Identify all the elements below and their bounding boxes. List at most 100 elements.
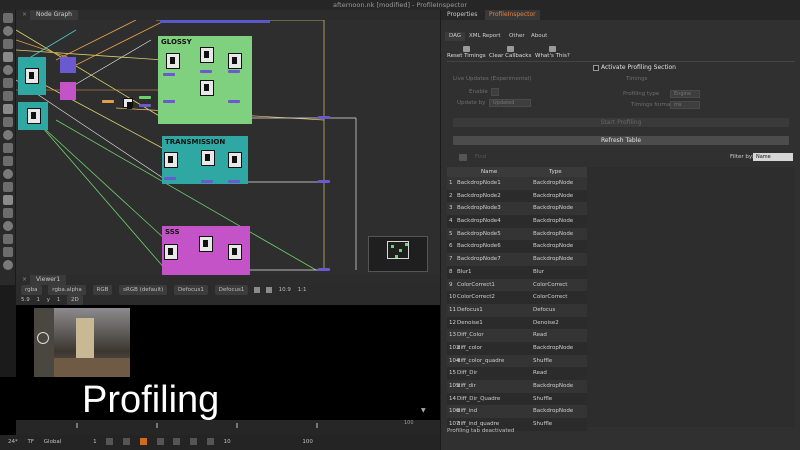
- table-row[interactable]: 8 Blur1 Blur: [447, 265, 587, 279]
- subtab-dag[interactable]: DAG: [445, 32, 466, 41]
- tab-node-graph[interactable]: Node Graph: [30, 10, 78, 20]
- play-back-icon[interactable]: [139, 438, 147, 445]
- metadata-icon[interactable]: [2, 156, 13, 166]
- layer-select[interactable]: rgba.alpha: [48, 285, 86, 295]
- keyer-icon[interactable]: [2, 91, 13, 101]
- shuffle-node[interactable]: [228, 244, 242, 260]
- view-mode-select[interactable]: 2D: [67, 295, 83, 305]
- last-frame-icon[interactable]: [206, 438, 214, 445]
- table-row[interactable]: 15 Diff_Dir Read: [447, 367, 587, 380]
- table-row[interactable]: 2 BackdropNode2 BackdropNode: [447, 189, 587, 203]
- transform-icon[interactable]: [2, 117, 13, 127]
- table-row[interactable]: 10 ColorCorrect2 ColorCorrect: [447, 291, 587, 304]
- tab-profileinspector[interactable]: ProfileInspector: [485, 10, 540, 20]
- subtab-xml-report[interactable]: XML Report: [465, 32, 505, 41]
- fstop-value[interactable]: 5.9: [21, 295, 30, 305]
- table-row[interactable]: 13 Diff_Color Read: [447, 329, 587, 342]
- shuffle-node[interactable]: [164, 244, 178, 260]
- reset-timings-button[interactable]: Reset Timings: [447, 46, 486, 59]
- first-frame-icon[interactable]: [106, 438, 114, 445]
- whats-this-button[interactable]: What's This?: [535, 46, 570, 59]
- table-row[interactable]: 106 diff_ind BackdropNode: [447, 405, 587, 419]
- table-row[interactable]: 11 Defocus1 Defocus: [447, 303, 587, 317]
- shuffle-node[interactable]: [199, 236, 213, 252]
- table-row[interactable]: 14 Diff_Dir_Quadre Shuffle: [447, 392, 587, 406]
- checkbox-box[interactable]: [593, 64, 599, 71]
- filter-icon[interactable]: [2, 78, 13, 88]
- toolsets-icon[interactable]: [2, 195, 13, 205]
- read-node[interactable]: [27, 108, 41, 124]
- particles-icon[interactable]: [2, 169, 13, 179]
- profiling-type-select[interactable]: Engine: [670, 90, 700, 98]
- node-small[interactable]: [123, 98, 133, 109]
- prev-key-icon[interactable]: [123, 438, 131, 445]
- deep-icon[interactable]: [2, 182, 13, 192]
- table-row[interactable]: 103 diff_color BackdropNode: [447, 341, 587, 355]
- zoom-value[interactable]: 10.9: [279, 285, 291, 295]
- table-row[interactable]: 105 diff_dir BackdropNode: [447, 380, 587, 393]
- frame-end[interactable]: 100: [302, 435, 313, 450]
- table-row[interactable]: 3 BackdropNode3 BackdropNode: [447, 202, 587, 216]
- channels-select[interactable]: rgba: [21, 285, 42, 295]
- backdrop-left-3[interactable]: [60, 57, 76, 73]
- roi-icon[interactable]: [254, 286, 261, 293]
- tf-select[interactable]: TF: [28, 435, 35, 450]
- 3d-icon[interactable]: [2, 130, 13, 140]
- shuffle-node[interactable]: [228, 152, 242, 168]
- close-icon[interactable]: ×: [22, 276, 27, 283]
- table-row[interactable]: 1 BackdropNode1 BackdropNode: [447, 177, 587, 190]
- view-transform-select[interactable]: sRGB (default): [119, 285, 168, 295]
- shuffle-node[interactable]: [200, 80, 214, 96]
- column-header-type[interactable]: Type: [549, 167, 562, 177]
- subtab-other[interactable]: Other: [505, 32, 529, 41]
- table-row[interactable]: 12 Denoise1 Denoise2: [447, 316, 587, 330]
- input-a-select[interactable]: Defocus1: [174, 285, 208, 295]
- frame-start[interactable]: 1: [93, 435, 97, 450]
- other-icon[interactable]: [2, 208, 13, 218]
- read-node[interactable]: [25, 68, 39, 84]
- refresh-table-button[interactable]: Refresh Table: [453, 136, 789, 145]
- tab-properties[interactable]: Properties: [443, 10, 481, 20]
- plugins-icon[interactable]: [2, 234, 13, 244]
- toggle-icon[interactable]: [459, 154, 467, 161]
- merge-icon[interactable]: [2, 104, 13, 114]
- subtab-about[interactable]: About: [527, 32, 551, 41]
- timings-format-select[interactable]: ms: [670, 101, 700, 109]
- views-icon[interactable]: [2, 143, 13, 153]
- clear-callbacks-button[interactable]: Clear Callbacks: [489, 46, 531, 59]
- shuffle-node[interactable]: [164, 152, 178, 168]
- gamma-value[interactable]: 1: [37, 295, 41, 305]
- y-value[interactable]: 1: [57, 295, 61, 305]
- enable-checkbox[interactable]: [491, 88, 499, 96]
- fps-select[interactable]: 24*: [8, 435, 18, 450]
- stop-icon[interactable]: [156, 438, 164, 445]
- table-row[interactable]: 6 BackdropNode6 BackdropNode: [447, 240, 587, 254]
- shuffle-node[interactable]: [228, 53, 242, 69]
- close-icon[interactable]: ×: [22, 11, 27, 18]
- table-row[interactable]: 104 diff_color_quadre Shuffle: [447, 354, 587, 368]
- channel-icon[interactable]: [2, 52, 13, 62]
- scope-select[interactable]: Global: [44, 435, 62, 450]
- clip-icon[interactable]: [265, 286, 272, 293]
- update-by-select[interactable]: Updated: [489, 99, 531, 107]
- input-b-select[interactable]: Defocus1: [214, 285, 249, 295]
- shuffle-node[interactable]: [201, 150, 215, 166]
- settings-icon[interactable]: [2, 260, 13, 270]
- furnace-icon[interactable]: [2, 221, 13, 231]
- time-icon[interactable]: [2, 39, 13, 49]
- draw-icon[interactable]: [2, 26, 13, 36]
- timeline[interactable]: 100: [16, 420, 440, 435]
- tab-viewer[interactable]: Viewer1: [30, 275, 67, 285]
- play-icon[interactable]: [173, 438, 181, 445]
- shuffle-node[interactable]: [200, 47, 214, 63]
- find-input[interactable]: Find: [475, 154, 486, 160]
- filter-by-select[interactable]: Name: [753, 153, 793, 161]
- colorspace-select[interactable]: RGB: [92, 285, 113, 295]
- chevron-down-icon[interactable]: ▼: [421, 407, 426, 414]
- table-row[interactable]: 5 BackdropNode5 BackdropNode: [447, 227, 587, 241]
- column-header-name[interactable]: Name: [481, 167, 497, 177]
- table-row[interactable]: 4 BackdropNode4 BackdropNode: [447, 215, 587, 228]
- ratio-value[interactable]: 1:1: [298, 285, 307, 295]
- shuffle-node[interactable]: [166, 53, 180, 69]
- next-key-icon[interactable]: [190, 438, 198, 445]
